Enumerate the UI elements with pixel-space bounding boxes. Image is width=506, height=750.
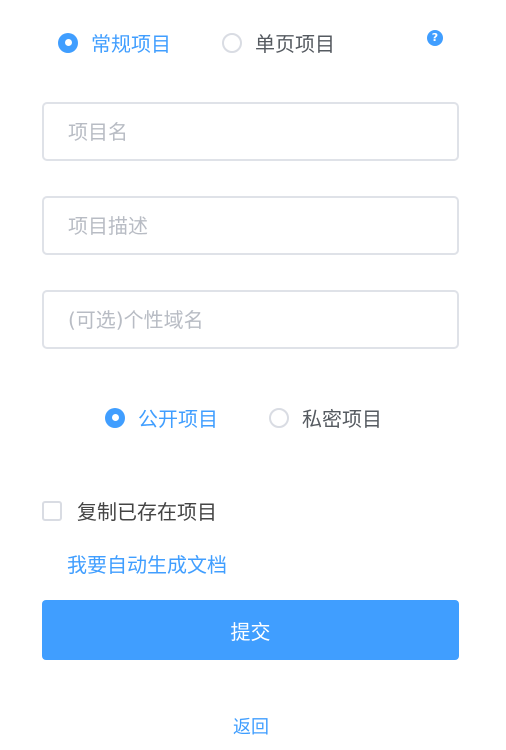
project-description-input[interactable] bbox=[42, 196, 459, 255]
radio-label: 常规项目 bbox=[91, 32, 171, 56]
custom-domain-input[interactable] bbox=[42, 290, 459, 349]
radio-label: 公开项目 bbox=[138, 407, 218, 431]
checkbox-icon bbox=[42, 500, 62, 521]
create-project-form: 常规项目 单页项目 ? 公开项目 私密项目 复制已存在项目 我要自动生成文档 提… bbox=[0, 0, 506, 750]
copy-existing-checkbox[interactable]: 复制已存在项目 bbox=[42, 496, 217, 525]
visibility-radio-group: 公开项目 私密项目 bbox=[105, 403, 382, 432]
radio-label: 单页项目 bbox=[255, 32, 335, 56]
project-type-radio-group: 常规项目 单页项目 bbox=[58, 28, 335, 57]
radio-private-project[interactable]: 私密项目 bbox=[269, 403, 382, 432]
radio-label: 私密项目 bbox=[302, 407, 382, 431]
project-name-input[interactable] bbox=[42, 102, 459, 161]
submit-button[interactable]: 提交 bbox=[42, 600, 459, 660]
radio-unchecked-icon bbox=[269, 407, 289, 428]
radio-unchecked-icon bbox=[222, 32, 242, 53]
radio-single-page-project[interactable]: 单页项目 bbox=[222, 28, 335, 57]
radio-public-project[interactable]: 公开项目 bbox=[105, 403, 218, 432]
radio-regular-project[interactable]: 常规项目 bbox=[58, 28, 171, 57]
radio-checked-icon bbox=[58, 32, 78, 53]
checkbox-label: 复制已存在项目 bbox=[77, 500, 217, 524]
back-link[interactable]: 返回 bbox=[0, 713, 502, 739]
radio-checked-icon bbox=[105, 407, 125, 428]
auto-generate-docs-link[interactable]: 我要自动生成文档 bbox=[67, 549, 227, 578]
help-question-icon[interactable]: ? bbox=[427, 30, 443, 46]
